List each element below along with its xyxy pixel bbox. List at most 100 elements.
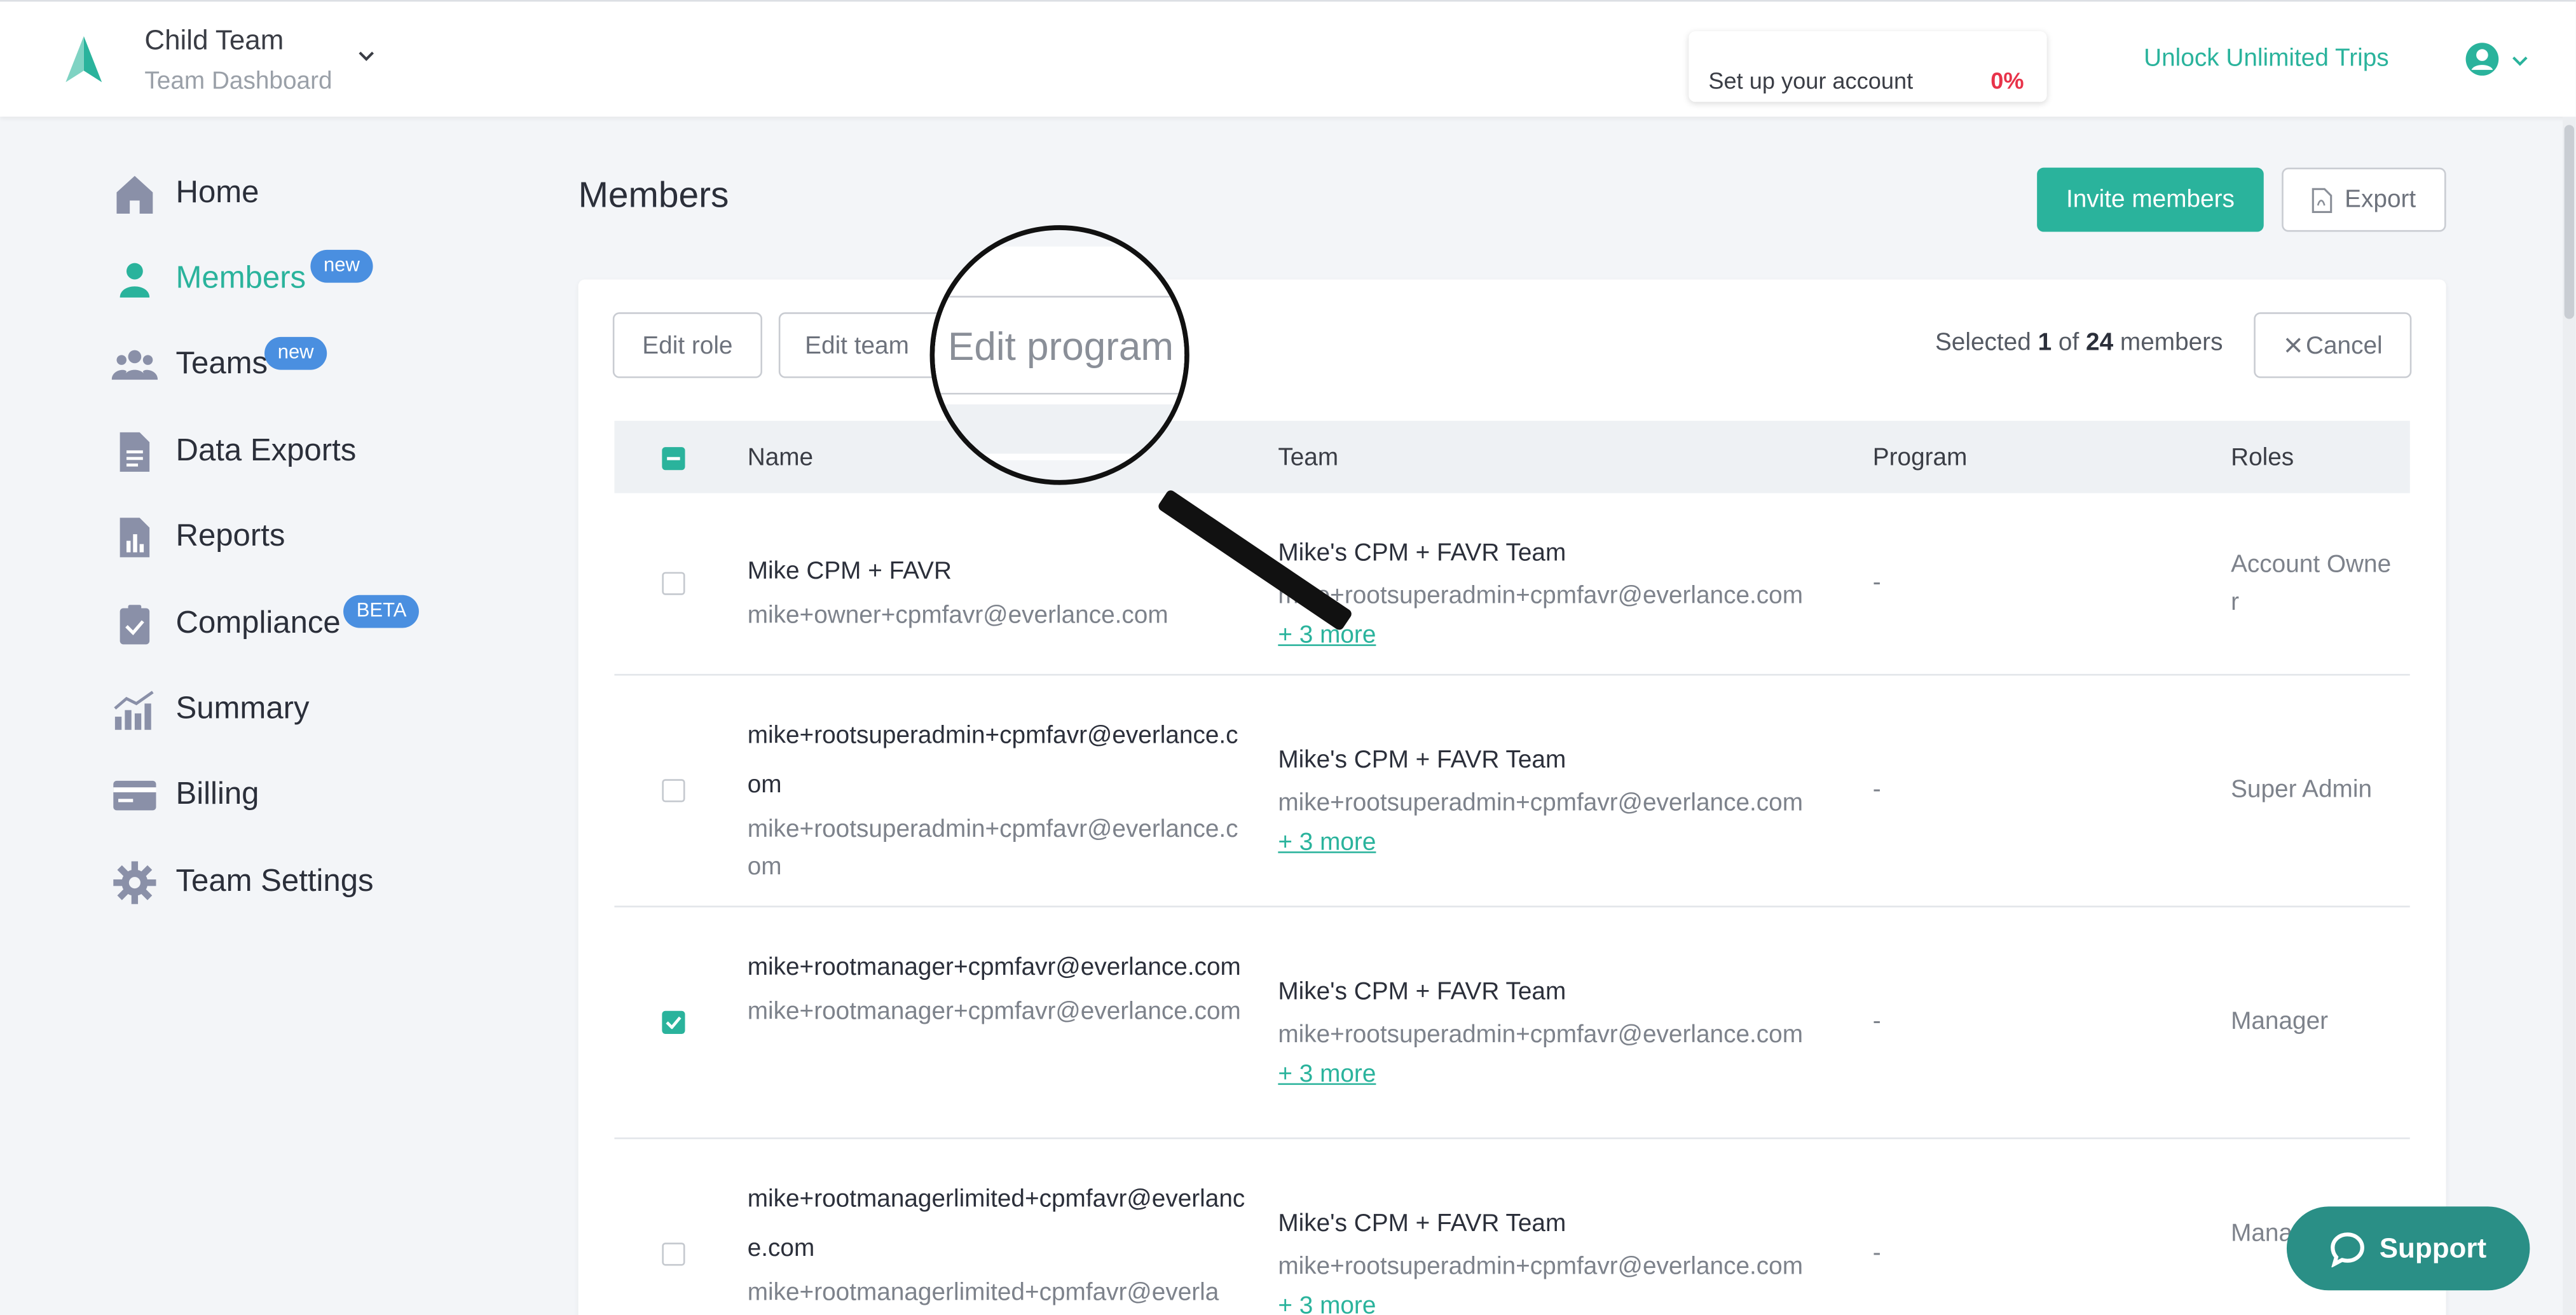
- people-icon: [111, 342, 158, 388]
- sidebar-item-label: Members: [175, 261, 306, 296]
- member-email: mike+rootmanager+cpmfavr@everlance.com: [747, 998, 1241, 1026]
- team-cell: Mike's CPM + FAVR Team mike+rootsuperadm…: [1278, 972, 1803, 1093]
- row-divider: [614, 1137, 2410, 1139]
- export-label: Export: [2345, 186, 2416, 214]
- selection-count: Selected 1 of 24 members: [1935, 329, 2223, 357]
- select-all-checkbox[interactable]: [662, 447, 685, 471]
- home-icon: [112, 171, 158, 217]
- edit-program-zoomed: Edit program: [947, 325, 1174, 370]
- app-root: Child Team Team Dashboard Set up your ac…: [0, 0, 2576, 1315]
- sidebar-item-compliance[interactable]: Compliance: [112, 602, 341, 647]
- close-icon: [2283, 335, 2303, 355]
- role-value: Super Admin: [2231, 776, 2373, 804]
- cancel-label: Cancel: [2306, 331, 2383, 359]
- sidebar-item-label: Home: [175, 176, 259, 210]
- new-badge: new: [264, 336, 327, 370]
- team-email-value: mike+rootsuperadmin+cpmfavr@everlance.co…: [1278, 1252, 1804, 1281]
- sidebar-item-label: Team Settings: [175, 864, 374, 899]
- sidebar-item-summary[interactable]: Summary: [112, 687, 310, 733]
- program-value: -: [1872, 1239, 1881, 1268]
- edit-team-button[interactable]: Edit team: [778, 312, 943, 378]
- row-checkbox[interactable]: [662, 779, 685, 802]
- team-name[interactable]: Child Team: [144, 25, 284, 58]
- user-avatar-icon[interactable]: [2464, 41, 2500, 86]
- sidebar-item-members[interactable]: Members: [112, 256, 306, 302]
- chat-bubble-icon: [2330, 1230, 2366, 1267]
- app-logo-icon[interactable]: [62, 34, 105, 92]
- row-checkbox[interactable]: [662, 572, 685, 595]
- sidebar-item-reports[interactable]: Reports: [112, 514, 285, 560]
- selected-count: 1: [2038, 329, 2052, 357]
- chart-icon: [112, 687, 158, 733]
- program-value: -: [1872, 776, 1881, 804]
- report-icon: [112, 514, 158, 560]
- sidebar-item-label: Summary: [175, 692, 310, 727]
- total-count: 24: [2086, 329, 2114, 357]
- row-checkbox[interactable]: [662, 1243, 685, 1266]
- sidebar-item-label: Compliance: [175, 606, 341, 642]
- support-button[interactable]: Support: [2286, 1206, 2530, 1291]
- chevron-down-icon[interactable]: [2510, 50, 2530, 79]
- more-teams-link[interactable]: + 3 more: [1278, 1057, 1803, 1093]
- support-label: Support: [2379, 1232, 2487, 1263]
- sidebar-item-billing[interactable]: Billing: [112, 773, 259, 818]
- invite-members-button[interactable]: Invite members: [2037, 167, 2264, 232]
- lens-table-header: [935, 404, 1185, 454]
- sidebar-item-home[interactable]: Home: [112, 171, 259, 217]
- cancel-button[interactable]: Cancel: [2254, 312, 2412, 378]
- pdf-file-icon: [2312, 186, 2333, 212]
- team-email-value: mike+rootsuperadmin+cpmfavr@everlance.co…: [1278, 582, 1804, 610]
- row-divider: [614, 673, 2410, 676]
- unlock-trips-link[interactable]: Unlock Unlimited Trips: [2144, 45, 2389, 72]
- scrollbar-thumb[interactable]: [2564, 125, 2575, 319]
- sidebar-item-data-exports[interactable]: Data Exports: [112, 429, 356, 475]
- sidebar-item-label: Reports: [175, 519, 285, 554]
- table-header: Name Team Program Roles: [614, 420, 2410, 493]
- member-email: mike+owner+cpmfavr@everlance.com: [747, 602, 1168, 630]
- clipboard-check-icon: [112, 602, 158, 647]
- column-header-program[interactable]: Program: [1873, 444, 1968, 472]
- edit-role-button[interactable]: Edit role: [612, 312, 762, 378]
- team-email-value: mike+rootsuperadmin+cpmfavr@everlance.co…: [1278, 788, 1804, 817]
- member-name[interactable]: Mike CPM + FAVR: [748, 547, 1249, 597]
- card-icon: [112, 773, 158, 818]
- selection-of: of: [2058, 329, 2079, 357]
- column-header-roles[interactable]: Roles: [2231, 444, 2294, 472]
- member-name[interactable]: mike+rootmanagerlimited+cpmfavr@everlanc…: [748, 1175, 1249, 1274]
- column-header-name[interactable]: Name: [748, 444, 813, 472]
- selection-suffix: members: [2120, 329, 2223, 357]
- more-teams-link[interactable]: + 3 more: [1278, 618, 1803, 654]
- sidebar-item-label: Teams: [175, 347, 268, 382]
- team-subtitle: Team Dashboard: [144, 67, 332, 95]
- more-teams-link[interactable]: + 3 more: [1278, 825, 1803, 862]
- team-name-value: Mike's CPM + FAVR Team: [1278, 539, 1566, 567]
- member-name[interactable]: mike+rootsuperadmin+cpmfavr@everlance.co…: [748, 712, 1249, 810]
- member-name-cell: mike+rootsuperadmin+cpmfavr@everlance.co…: [748, 712, 1249, 886]
- document-icon: [112, 429, 158, 475]
- selection-prefix: Selected: [1935, 329, 2031, 357]
- member-email: mike+rootsuperadmin+cpmfavr@everlance.co…: [747, 815, 1238, 881]
- sidebar-item-team-settings[interactable]: Team Settings: [112, 860, 374, 905]
- member-name[interactable]: mike+rootmanager+cpmfavr@everlance.com: [748, 944, 1249, 993]
- team-cell: Mike's CPM + FAVR Team mike+rootsuperadm…: [1278, 1203, 1803, 1315]
- magnifier-lens: Edit program: [929, 225, 1189, 485]
- team-name-value: Mike's CPM + FAVR Team: [1278, 978, 1566, 1007]
- export-button[interactable]: Export: [2282, 167, 2446, 232]
- chevron-down-icon[interactable]: [355, 45, 378, 76]
- setup-account-card[interactable]: Set up your account 0%: [1689, 31, 2047, 102]
- sidebar-item-label: Billing: [175, 777, 259, 812]
- more-teams-link[interactable]: + 3 more: [1278, 1289, 1803, 1315]
- setup-progress: 0%: [1990, 67, 2024, 94]
- team-name-value: Mike's CPM + FAVR Team: [1278, 1209, 1566, 1238]
- role-value: Account Owner: [2231, 550, 2392, 617]
- sidebar-item-teams[interactable]: Teams: [111, 342, 268, 388]
- program-value: -: [1872, 568, 1881, 597]
- setup-label: Set up your account: [1708, 67, 1914, 94]
- member-email: mike+rootmanagerlimited+cpmfavr@everla: [747, 1279, 1219, 1307]
- row-checkbox-checked[interactable]: [662, 1010, 685, 1034]
- role-value: Manager: [2231, 1007, 2329, 1036]
- column-header-team[interactable]: Team: [1278, 444, 1338, 472]
- top-header: Child Team Team Dashboard Set up your ac…: [0, 0, 2576, 117]
- gear-icon: [112, 860, 158, 905]
- person-icon: [112, 256, 158, 302]
